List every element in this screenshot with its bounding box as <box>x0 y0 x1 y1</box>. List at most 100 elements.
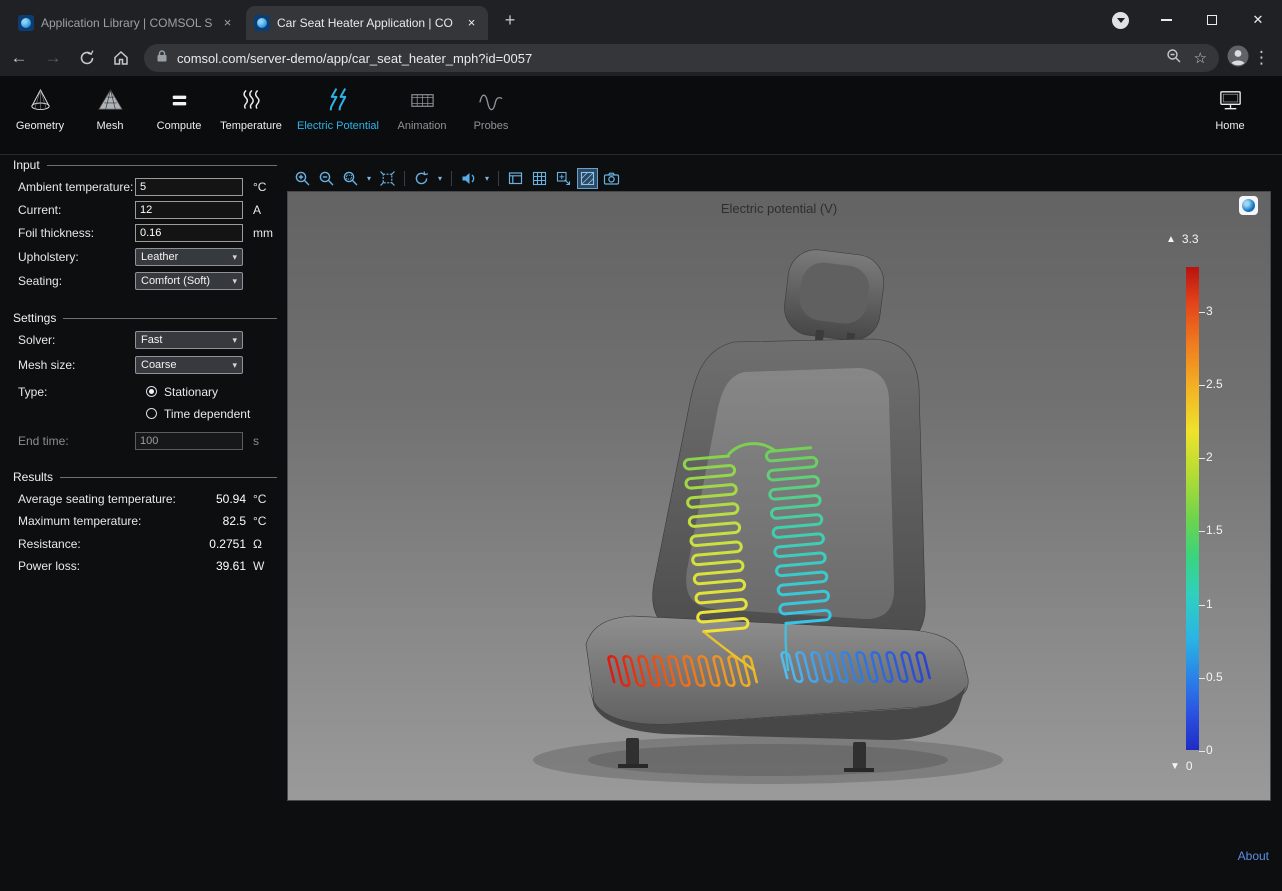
legend-tick: 1.5 <box>1206 523 1223 537</box>
chevron-down-icon[interactable]: ▾ <box>435 174 445 183</box>
maximize-button[interactable] <box>1189 0 1235 40</box>
ribbon-animation-button[interactable]: Animation <box>390 85 454 147</box>
zoom-in-icon[interactable] <box>292 168 313 189</box>
solver-select[interactable]: Fast ▾ <box>135 331 243 349</box>
current-label: Current: <box>18 203 61 217</box>
end-time-label: End time: <box>18 434 69 448</box>
upholstery-label: Upholstery: <box>18 250 79 264</box>
temperature-icon <box>238 85 265 115</box>
mesh-size-select[interactable]: Coarse ▾ <box>135 356 243 374</box>
results-section-header: Results <box>13 470 277 484</box>
plot-canvas[interactable]: Electric potential (V) <box>288 192 1270 800</box>
ribbon-temperature-button[interactable]: Temperature <box>213 85 289 147</box>
axes-orientation-icon[interactable] <box>553 168 574 189</box>
result-value: 39.61 <box>140 559 246 573</box>
time-dependent-radio[interactable] <box>146 408 157 419</box>
maximize-icon <box>1207 15 1217 25</box>
back-icon[interactable]: ← <box>4 43 34 73</box>
legend-tick: 1 <box>1206 597 1213 611</box>
legend-toggle-icon[interactable] <box>505 168 526 189</box>
chevron-down-icon[interactable]: ▾ <box>482 174 492 183</box>
result-row: Average seating temperature: 50.94 °C <box>0 490 288 510</box>
zoom-indicator-icon[interactable] <box>1166 48 1182 69</box>
ambient-temperature-label: Ambient temperature: <box>18 180 133 194</box>
browser-home-icon[interactable] <box>106 43 136 73</box>
seating-label: Seating: <box>18 274 62 288</box>
rotate-view-icon[interactable] <box>411 168 432 189</box>
ambient-temperature-unit: °C <box>253 180 266 194</box>
foil-thickness-unit: mm <box>253 226 273 240</box>
zoom-extents-icon[interactable] <box>377 168 398 189</box>
close-icon: ✕ <box>1253 12 1264 28</box>
reload-icon[interactable] <box>72 43 102 73</box>
ribbon-home-button[interactable]: Home <box>1198 85 1262 147</box>
end-time-unit: s <box>253 434 259 448</box>
bookmark-star-icon[interactable]: ☆ <box>1194 49 1207 67</box>
minimize-icon <box>1161 19 1172 21</box>
toolbar-separator <box>404 171 405 186</box>
chevron-down-icon[interactable]: ▾ <box>364 174 374 183</box>
zoom-out-icon[interactable] <box>316 168 337 189</box>
minimize-button[interactable] <box>1143 0 1189 40</box>
comsol-favicon-icon <box>18 15 34 31</box>
color-legend-bar <box>1186 267 1199 750</box>
legend-tick: 2.5 <box>1206 377 1223 391</box>
seating-select[interactable]: Comfort (Soft) ▾ <box>135 272 243 290</box>
close-tab-icon[interactable]: × <box>463 15 480 32</box>
tab-title: Application Library | COMSOL Se <box>41 16 212 30</box>
transparency-toggle-icon[interactable] <box>577 168 598 189</box>
legend-tick: 2 <box>1206 450 1213 464</box>
url-text: comsol.com/server-demo/app/car_seat_heat… <box>177 51 1166 66</box>
chevron-down-icon: ▾ <box>232 252 237 263</box>
ribbon-electric-potential-button[interactable]: Electric Potential <box>294 85 382 147</box>
current-unit: A <box>253 203 261 217</box>
mesh-size-label: Mesh size: <box>18 358 75 372</box>
url-bar[interactable]: comsol.com/server-demo/app/car_seat_heat… <box>144 44 1219 72</box>
forward-icon[interactable]: → <box>38 43 68 73</box>
browser-tab-strip: Application Library | COMSOL Se × Car Se… <box>0 0 1282 40</box>
about-link[interactable]: About <box>1238 849 1269 863</box>
result-row: Resistance: 0.2751 Ω <box>0 535 288 555</box>
chevron-down-icon: ▾ <box>232 335 237 346</box>
new-tab-button[interactable]: + <box>498 9 522 33</box>
ribbon-geometry-button[interactable]: Geometry <box>10 85 70 147</box>
toolbar-separator <box>498 171 499 186</box>
chevron-down-icon: ▾ <box>232 276 237 287</box>
browser-update-icon[interactable] <box>1112 12 1129 29</box>
snapshot-icon[interactable] <box>601 168 622 189</box>
grid-toggle-icon[interactable] <box>529 168 550 189</box>
input-section-header: Input <box>13 158 277 172</box>
browser-tab-application-library[interactable]: Application Library | COMSOL Se × <box>10 6 244 40</box>
down-triangle-icon: ▼ <box>1170 761 1180 772</box>
legend-max-annotation: ▲ 3.3 <box>1166 232 1199 246</box>
end-time-field[interactable] <box>135 432 243 450</box>
default-view-icon[interactable] <box>458 168 479 189</box>
legend-tick: 0.5 <box>1206 670 1223 684</box>
type-label: Type: <box>18 385 47 399</box>
close-tab-icon[interactable]: × <box>219 15 236 32</box>
browser-menu-icon[interactable]: ⋮ <box>1253 48 1270 68</box>
close-window-button[interactable]: ✕ <box>1235 0 1281 40</box>
browser-tab-car-seat-heater[interactable]: Car Seat Heater Application | CO × <box>246 6 488 40</box>
profile-avatar[interactable] <box>1227 45 1249 72</box>
chevron-down-icon: ▾ <box>232 360 237 371</box>
zoom-box-icon[interactable] <box>340 168 361 189</box>
ambient-temperature-field[interactable] <box>135 178 243 196</box>
ribbon-mesh-button[interactable]: Mesh <box>80 85 140 147</box>
upholstery-select[interactable]: Leather ▾ <box>135 248 243 266</box>
result-value: 82.5 <box>140 514 246 528</box>
compute-icon <box>166 85 193 115</box>
foil-thickness-field[interactable] <box>135 224 243 242</box>
current-field[interactable] <box>135 201 243 219</box>
probes-icon <box>478 85 505 115</box>
stationary-radio[interactable] <box>146 386 157 397</box>
settings-section-header: Settings <box>13 311 277 325</box>
sidebar: Input Ambient temperature: °C Current: A… <box>0 154 288 866</box>
ribbon-compute-button[interactable]: Compute <box>149 85 209 147</box>
tab-title: Car Seat Heater Application | CO <box>277 16 456 30</box>
time-dependent-radio-label: Time dependent <box>164 407 250 421</box>
stationary-radio-label: Stationary <box>164 385 218 399</box>
ribbon-probes-button[interactable]: Probes <box>461 85 521 147</box>
legend-tick: 3 <box>1206 304 1213 318</box>
result-row: Power loss: 39.61 W <box>0 557 288 577</box>
